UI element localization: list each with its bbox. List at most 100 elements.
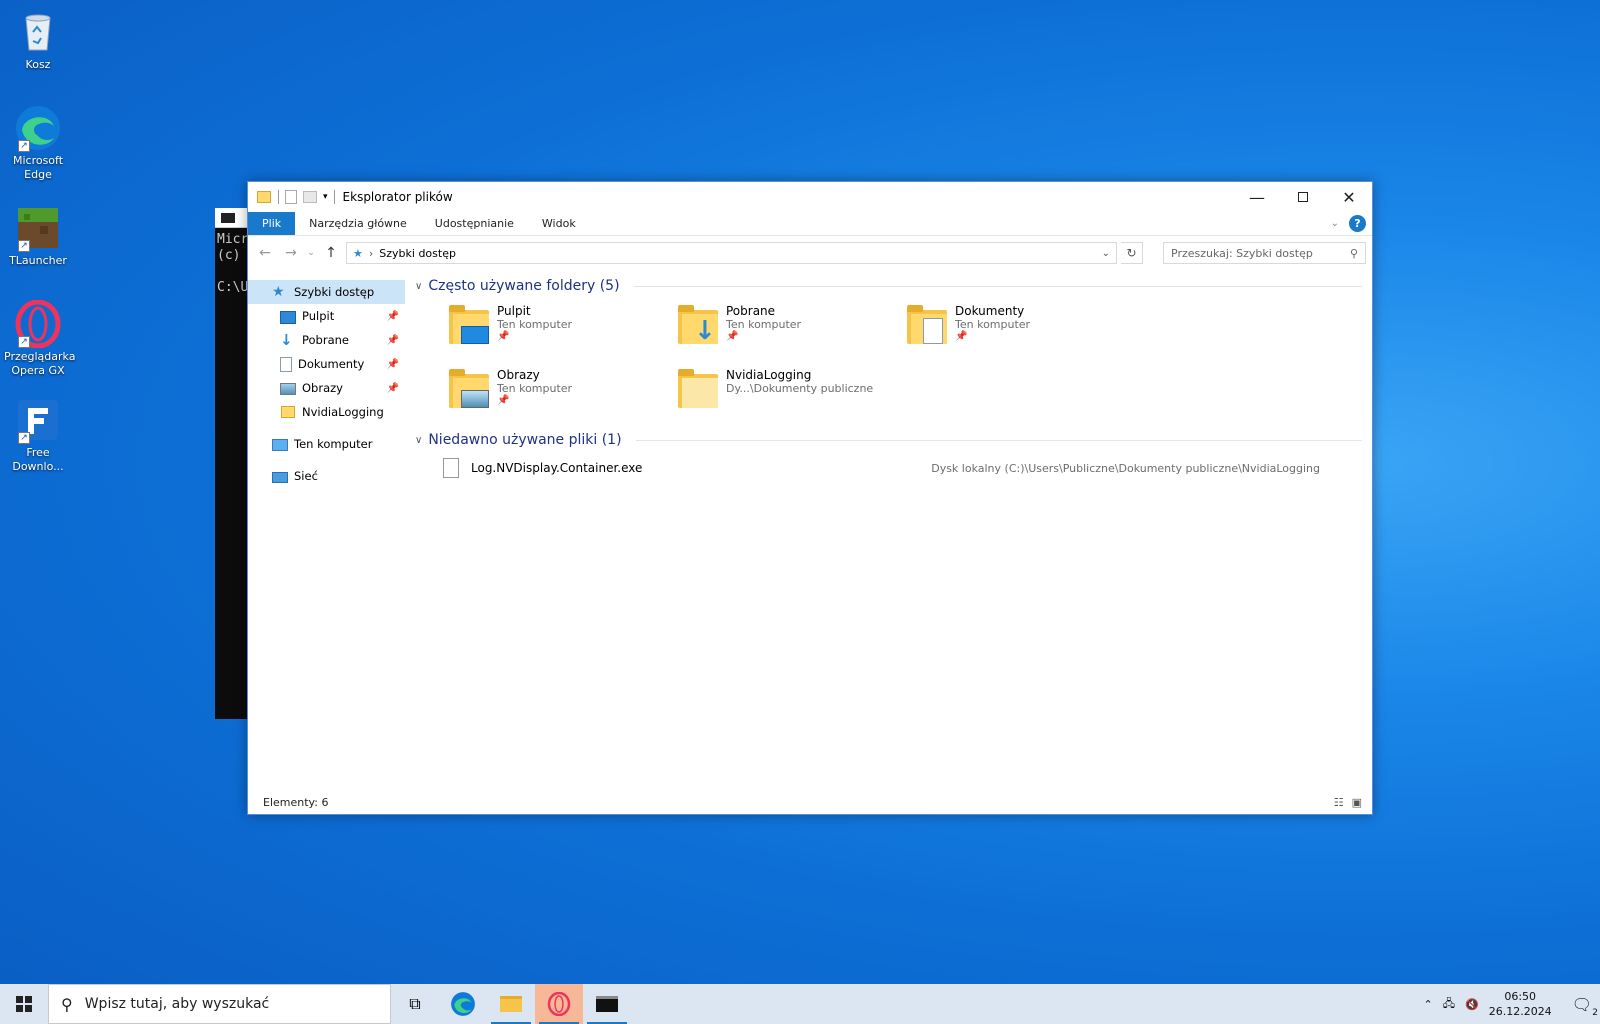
- new-folder-icon[interactable]: [303, 191, 317, 203]
- breadcrumb-separator-icon: ›: [368, 246, 374, 260]
- opera-gx-icon: [547, 992, 571, 1016]
- desktop-folder-icon: [447, 304, 491, 348]
- back-button[interactable]: ←: [254, 245, 276, 261]
- pin-icon: 📌: [497, 395, 510, 406]
- help-icon[interactable]: ?: [1349, 215, 1366, 232]
- refresh-button[interactable]: ↻: [1121, 242, 1143, 264]
- close-button[interactable]: ✕: [1326, 182, 1372, 212]
- notification-count-badge: 2: [1592, 1007, 1598, 1018]
- folder-icon: [676, 368, 720, 412]
- details-view-icon[interactable]: ☷: [1334, 796, 1344, 809]
- recent-locations-chevron-icon[interactable]: ⌄: [306, 248, 316, 258]
- folder-tile-nvidialogging[interactable]: NvidiaLogging Dy...\Dokumenty publiczne: [676, 364, 905, 428]
- folder-tile-documents[interactable]: Dokumenty Ten komputer 📌: [905, 300, 1134, 364]
- downloads-folder-icon: ↓: [676, 304, 720, 348]
- nav-item-downloads[interactable]: ↓ Pobrane 📌: [248, 328, 405, 352]
- close-icon: ✕: [1342, 187, 1356, 207]
- nav-label: NvidiaLogging: [302, 405, 384, 419]
- address-row: ← → ⌄ ↑ ★ › Szybki dostęp ⌄ ↻ Przeszukaj…: [248, 236, 1372, 270]
- maximize-button[interactable]: [1280, 182, 1326, 212]
- frequent-folders-header[interactable]: ∨ Często używane foldery (5): [415, 274, 1362, 298]
- window-title: Eksplorator plików: [342, 190, 453, 204]
- nav-item-nvidialogging[interactable]: NvidiaLogging: [248, 400, 405, 424]
- search-input[interactable]: Przeszukaj: Szybki dostęp ⚲: [1163, 242, 1366, 264]
- desktop-icon-recycle-bin[interactable]: Kosz: [4, 8, 72, 72]
- folder-tile-desktop[interactable]: Pulpit Ten komputer 📌: [447, 300, 676, 364]
- properties-icon[interactable]: [285, 190, 297, 204]
- nav-label: Szybki dostęp: [294, 285, 375, 299]
- pin-icon: 📌: [955, 331, 968, 342]
- nav-item-documents[interactable]: Dokumenty 📌: [248, 352, 405, 376]
- network-icon[interactable]: 🖧: [1443, 995, 1455, 1014]
- taskbar-edge[interactable]: [439, 984, 487, 1024]
- desktop-icon-free-download-manager[interactable]: ↗ Free Downlo...: [4, 396, 72, 474]
- minimize-button[interactable]: —: [1234, 182, 1280, 212]
- clock[interactable]: 06:50 26.12.2024: [1489, 989, 1552, 1019]
- explorer-window: ▾ Eksplorator plików — ✕ Plik Narzędzia …: [247, 181, 1373, 815]
- network-icon: [272, 472, 288, 483]
- forward-button[interactable]: →: [280, 245, 302, 261]
- nav-label: Sieć: [294, 469, 318, 483]
- expand-ribbon-chevron-icon[interactable]: ⌄: [1331, 218, 1339, 229]
- nav-item-desktop[interactable]: Pulpit 📌: [248, 304, 405, 328]
- nav-item-pictures[interactable]: Obrazy 📌: [248, 376, 405, 400]
- volume-muted-icon[interactable]: 🔇: [1465, 998, 1479, 1011]
- desktop-icon-edge[interactable]: ↗ Microsoft Edge: [4, 104, 72, 182]
- desktop-icon-label: Free Downlo...: [12, 446, 64, 473]
- address-bar[interactable]: ★ › Szybki dostęp ⌄: [346, 242, 1117, 264]
- tab-home[interactable]: Narzędzia główne: [295, 212, 421, 235]
- breadcrumb[interactable]: Szybki dostęp: [379, 247, 456, 260]
- up-button[interactable]: ↑: [320, 245, 342, 261]
- ribbon: Plik Narzędzia główne Udostępnianie Wido…: [248, 212, 1372, 236]
- clock-date: 26.12.2024: [1488, 1005, 1552, 1018]
- pin-icon: 📌: [726, 331, 739, 342]
- item-count: Elementy: 6: [263, 795, 329, 809]
- computer-icon: [272, 438, 288, 451]
- customize-qa-chevron-icon[interactable]: ▾: [323, 192, 328, 202]
- search-icon: ⚲: [1349, 246, 1358, 260]
- tab-share[interactable]: Udostępnianie: [421, 212, 528, 235]
- large-icons-view-icon[interactable]: ▣: [1352, 796, 1362, 809]
- action-center-icon: 🗨: [1571, 994, 1592, 1014]
- tab-view[interactable]: Widok: [528, 212, 590, 235]
- desktop-icon-label: Kosz: [25, 58, 51, 71]
- start-button[interactable]: [0, 984, 48, 1024]
- taskbar-search-box[interactable]: ⚲ Wpisz tutaj, aby wyszukać: [48, 984, 391, 1024]
- taskbar-file-explorer[interactable]: [487, 984, 535, 1024]
- desktop-icon-tlauncher[interactable]: ↗ TLauncher: [4, 204, 72, 268]
- task-view-button[interactable]: ⧉: [391, 984, 439, 1024]
- nav-item-quick-access[interactable]: ★ Szybki dostęp: [248, 280, 405, 304]
- explorer-folder-icon[interactable]: [256, 189, 272, 205]
- show-hidden-icons-chevron-icon[interactable]: ⌃: [1424, 998, 1433, 1011]
- desktop-icon-opera-gx[interactable]: ↗ Przeglądarka Opera GX: [4, 299, 75, 378]
- recent-files-header[interactable]: ∨ Niedawno używane pliki (1): [415, 428, 1362, 452]
- folder-tile-pictures[interactable]: Obrazy Ten komputer 📌: [447, 364, 676, 428]
- address-dropdown-icon[interactable]: ⌄: [1102, 248, 1110, 259]
- title-bar[interactable]: ▾ Eksplorator plików — ✕: [248, 182, 1372, 212]
- status-bar: Elementy: 6 ☷ ▣: [248, 790, 1372, 814]
- nav-label: Pulpit: [302, 309, 335, 323]
- folder-icon: [280, 404, 296, 420]
- desktop-icon-label: Microsoft Edge: [12, 154, 64, 181]
- pin-icon: 📌: [386, 310, 399, 322]
- nav-label: Ten komputer: [294, 437, 373, 451]
- nav-item-this-pc[interactable]: Ten komputer: [248, 432, 405, 456]
- tlauncher-icon: ↗: [14, 204, 62, 252]
- frequent-folders-list: Pulpit Ten komputer 📌 ↓ Pobrane Ten kompute…: [415, 300, 1362, 428]
- quick-access-toolbar: ▾: [248, 189, 335, 205]
- notifications-button[interactable]: 🗨 2: [1571, 994, 1598, 1018]
- pictures-icon: [280, 383, 296, 395]
- pin-icon: 📌: [386, 358, 399, 370]
- taskbar-opera-gx[interactable]: [535, 984, 583, 1024]
- taskbar-command-prompt[interactable]: [583, 984, 631, 1024]
- folder-location: Ten komputer: [726, 318, 802, 331]
- nav-label: Obrazy: [302, 381, 343, 395]
- opera-gx-icon: ↗: [14, 299, 62, 349]
- search-placeholder: Przeszukaj: Szybki dostęp: [1171, 246, 1313, 260]
- documents-icon: [280, 356, 292, 372]
- nav-item-network[interactable]: Sieć: [248, 464, 405, 488]
- recycle-bin-icon: [14, 8, 62, 56]
- tab-file[interactable]: Plik: [248, 212, 296, 235]
- folder-tile-downloads[interactable]: ↓ Pobrane Ten komputer 📌: [676, 300, 905, 364]
- recent-file-row[interactable]: Log.NVDisplay.Container.exe Dysk lokalny…: [415, 452, 1362, 484]
